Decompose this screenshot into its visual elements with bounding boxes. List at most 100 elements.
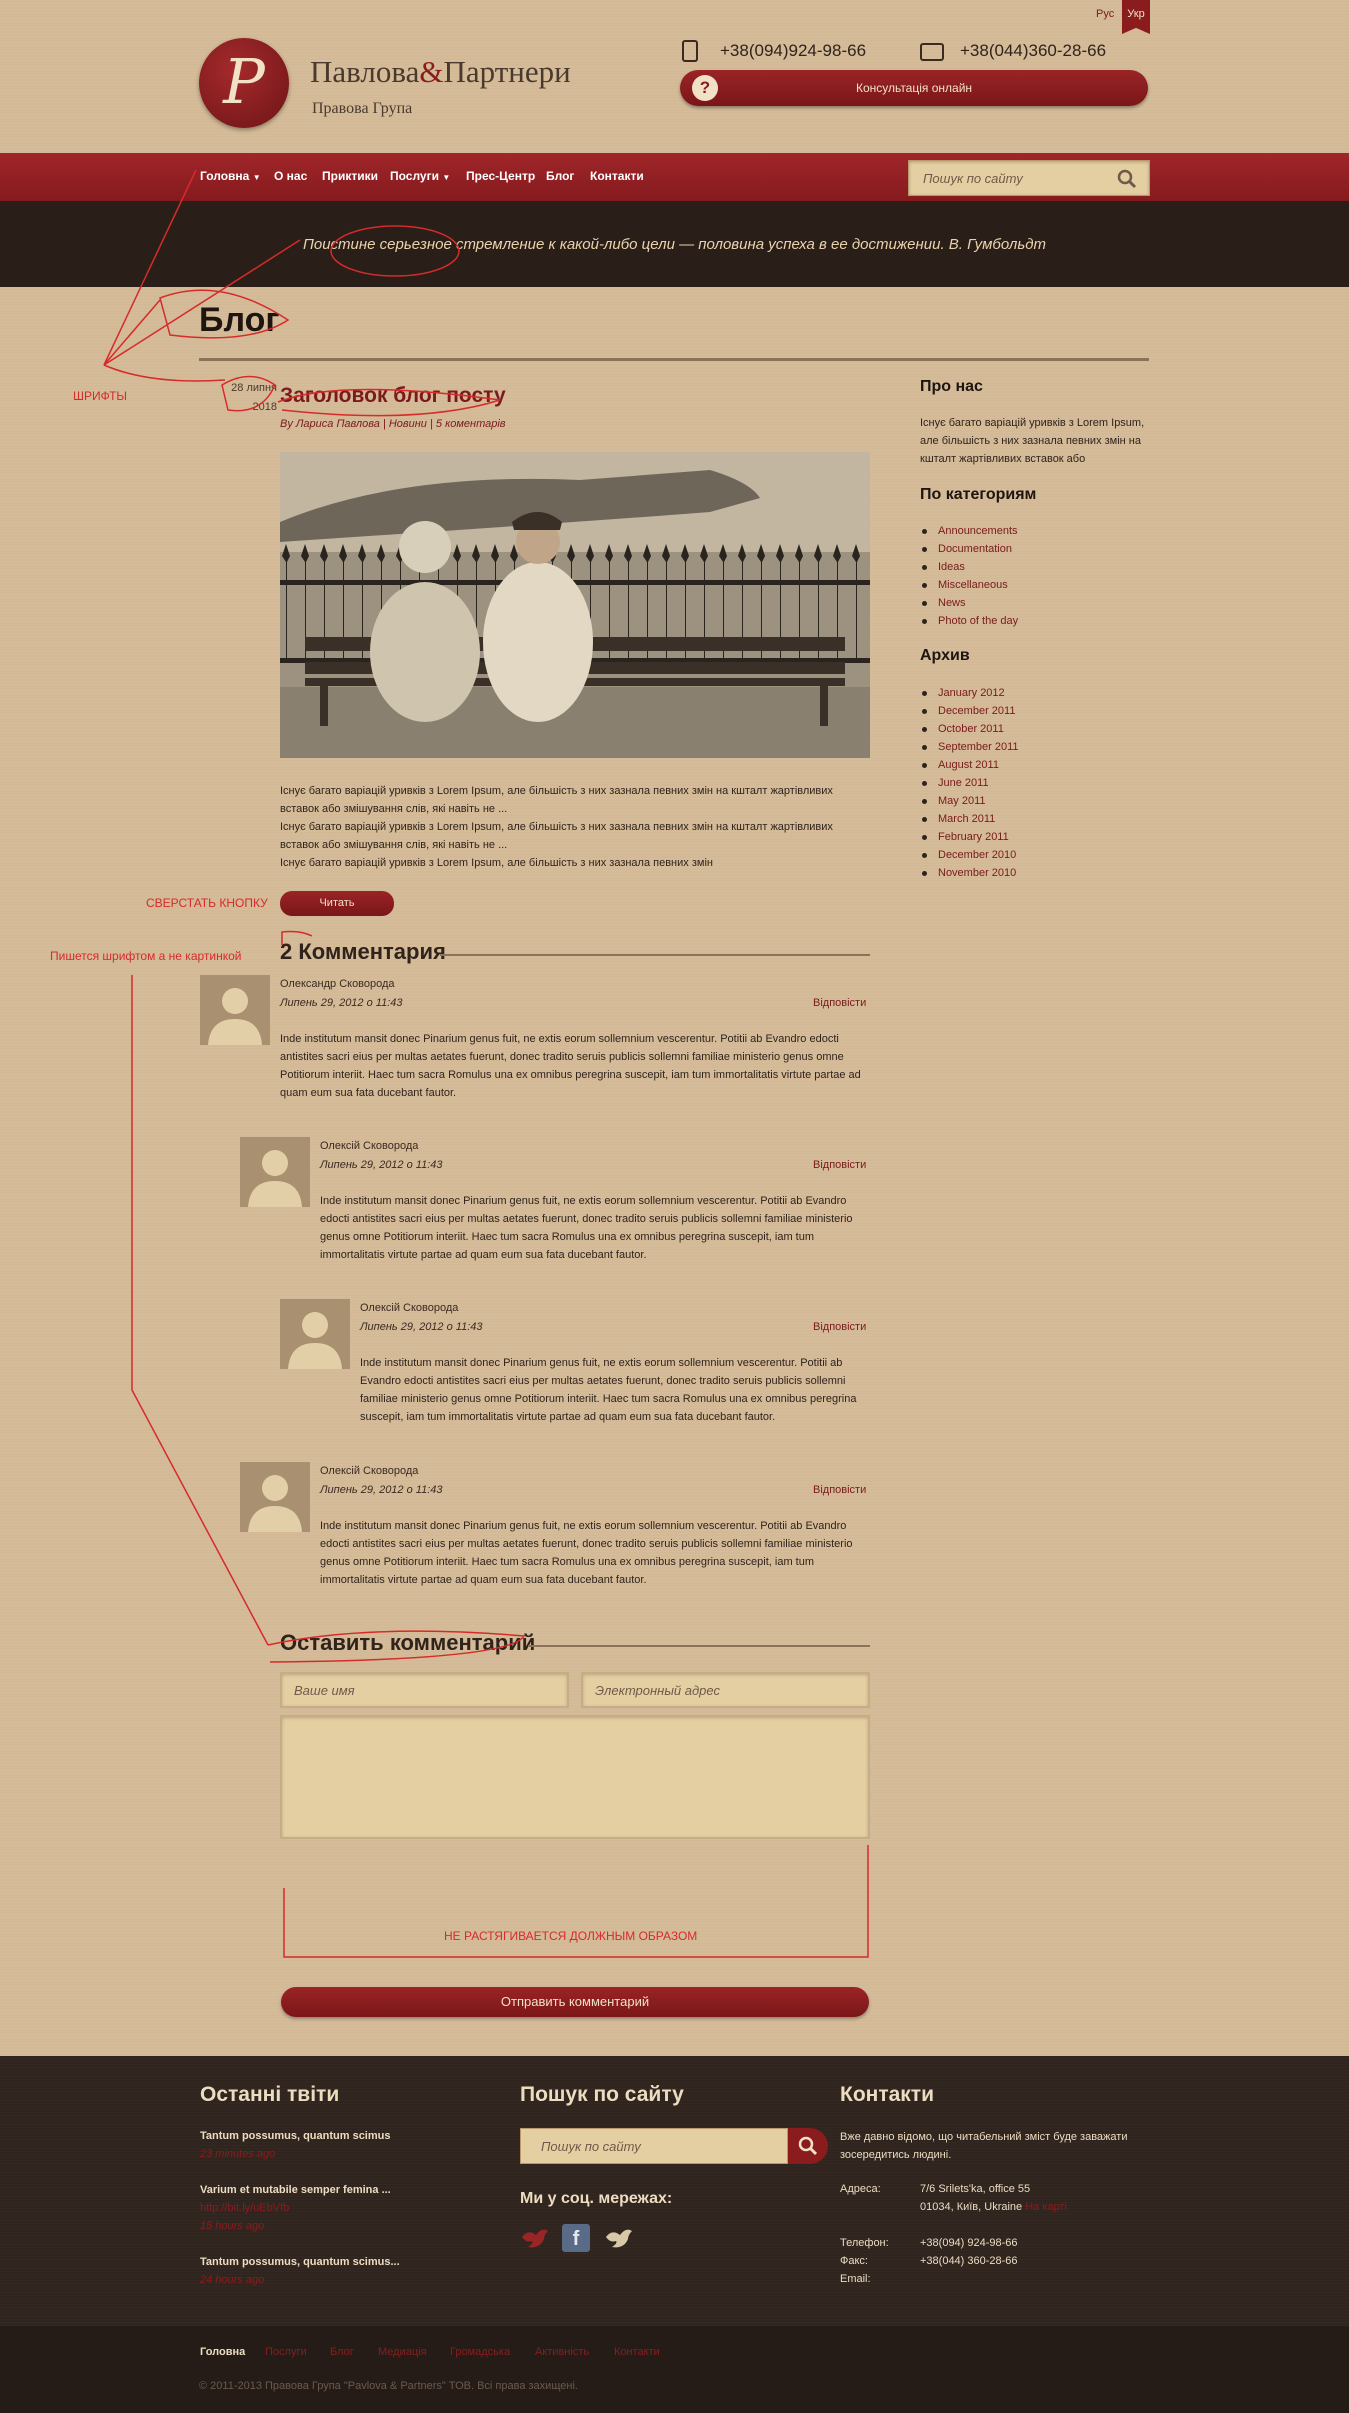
title-divider (199, 358, 1149, 361)
footer-search-input[interactable]: Пошук по сайту (520, 2128, 788, 2164)
post-title[interactable]: Заголовок блог посту (280, 384, 506, 408)
footer-contacts-title: Контакти (840, 2083, 934, 2106)
phone-label: Телефон: (840, 2237, 889, 2249)
search-icon[interactable] (1117, 169, 1137, 189)
search-icon (798, 2136, 818, 2156)
nav-services[interactable]: Послуги ▼ (390, 169, 450, 183)
avatar (240, 1137, 310, 1207)
footer-tweets-title: Останні твіти (200, 2083, 340, 2106)
archive-link[interactable]: June 2011 (920, 774, 1019, 792)
bottom-nav-home[interactable]: Головна (200, 2346, 245, 2358)
category-link[interactable]: News (920, 594, 1018, 612)
brand-amp: & (419, 54, 444, 89)
category-link[interactable]: Photo of the day (920, 612, 1018, 630)
archive-list: January 2012 December 2011 October 2011 … (920, 684, 1019, 882)
address-label: Адреса: (840, 2183, 881, 2195)
name-field[interactable]: Ваше имя (280, 1672, 569, 1708)
bird-icon[interactable] (520, 2225, 550, 2251)
archive-link[interactable]: January 2012 (920, 684, 1019, 702)
category-link[interactable]: Announcements (920, 522, 1018, 540)
bottom-bar (0, 2326, 1349, 2413)
archive-link[interactable]: September 2011 (920, 738, 1019, 756)
archive-link[interactable]: November 2010 (920, 864, 1019, 882)
post-meta: By Лариса Павлова | Новини | 5 коментарі… (280, 418, 506, 430)
comment-reply-link[interactable]: Відповісти (813, 1321, 866, 1333)
comment-text: Inde institutum mansit donec Pinarium ge… (320, 1520, 853, 1586)
page-title: Блог (199, 301, 280, 339)
archive-link[interactable]: May 2011 (920, 792, 1019, 810)
nav-about[interactable]: О нас (274, 169, 307, 183)
bottom-nav-contacts[interactable]: Контакти (614, 2346, 660, 2358)
nav-home[interactable]: Головна ▼ (200, 169, 261, 183)
comments-count: 2 (280, 939, 293, 964)
nav-press-center[interactable]: Прес-Центр (466, 169, 535, 183)
category-link[interactable]: Miscellaneous (920, 576, 1018, 594)
footer-search-placeholder: Пошук по сайту (541, 2139, 641, 2154)
archive-link[interactable]: August 2011 (920, 756, 1019, 774)
landline-phone-icon (920, 43, 944, 61)
brand-right: Партнери (443, 54, 571, 89)
sidebar-about-title: Про нас (920, 378, 983, 395)
comment-date: Липень 29, 2012 о 11:43 (320, 1159, 443, 1171)
map-link[interactable]: На карті (1025, 2201, 1067, 2213)
comment-textarea[interactable] (280, 1715, 870, 1839)
header-search-input[interactable]: Пошук по сайту (908, 160, 1150, 196)
category-link[interactable]: Documentation (920, 540, 1018, 558)
footer-search-button[interactable] (788, 2128, 828, 2164)
comment-reply-link[interactable]: Відповісти (813, 1484, 866, 1496)
post-date: 28 липня 2018 (231, 382, 277, 413)
lang-ru-link[interactable]: Рус (1096, 8, 1114, 20)
comment-author: Олексій Сковорода (360, 1302, 459, 1314)
lang-uk-link[interactable]: Укр (1122, 0, 1150, 34)
comment-text: Inde institutum mansit donec Pinarium ge… (360, 1357, 857, 1423)
tweet-time: 23 minutes ago (200, 2148, 276, 2160)
copyright: © 2011-2013 Правова Група "Pavlova & Par… (199, 2380, 578, 2392)
annotation-stretch: НЕ РАСТЯГИВАЕТСЯ ДОЛЖНЫМ ОБРАЗОМ (444, 1929, 698, 1943)
tweet-link[interactable]: http://bit.ly/uEbVfb (200, 2202, 289, 2214)
address-line1: 7/6 Srilets'ka, office 55 (920, 2183, 1031, 2195)
comment-reply-link[interactable]: Відповісти (813, 997, 866, 1009)
nav-contacts[interactable]: Контакти (590, 169, 644, 183)
bottom-nav-services[interactable]: Послуги (265, 2346, 307, 2358)
chevron-down-icon: ▼ (442, 173, 451, 182)
email-label: Email: (840, 2273, 871, 2285)
tweet-text: Varium et mutabile semper femina ... (200, 2184, 391, 2196)
brand-name: Павлова&Партнери (310, 54, 571, 90)
quote-text: Поистине серьезное стремление к какой-ли… (302, 236, 1046, 253)
phone-landline: +38(044)360-28-66 (960, 41, 1107, 60)
bottom-nav-mediation[interactable]: Медиація (378, 2346, 427, 2358)
bottom-nav-public[interactable]: Громадська (450, 2346, 510, 2358)
phone-mobile: +38(094)924-98-66 (720, 41, 867, 60)
search-placeholder: Пошук по сайту (923, 171, 1023, 186)
twitter-icon[interactable] (604, 2225, 634, 2251)
comment-date: Липень 29, 2012 о 11:43 (360, 1321, 483, 1333)
nav-practices[interactable]: Приктики (322, 169, 378, 183)
footer-contacts-text: Вже давно відомо, що читабельний зміст б… (840, 2131, 1128, 2161)
read-more-button[interactable]: Читать (280, 891, 394, 916)
fax-value: +38(044) 360-28-66 (920, 2255, 1018, 2267)
bottom-nav-blog[interactable]: Блог (330, 2346, 354, 2358)
form-divider (528, 1645, 870, 1647)
consult-online-button[interactable]: ? Консультація онлайн (680, 70, 1148, 106)
archive-link[interactable]: February 2011 (920, 828, 1019, 846)
sidebar-archive-title: Архив (920, 647, 970, 664)
bottom-nav-activity[interactable]: Активність (535, 2346, 589, 2358)
archive-link[interactable]: October 2011 (920, 720, 1019, 738)
annotation-count-font: Пишется шрифтом а не картинкой (50, 949, 242, 963)
archive-link[interactable]: March 2011 (920, 810, 1019, 828)
comment-reply-link[interactable]: Відповісти (813, 1159, 866, 1171)
email-field[interactable]: Электронный адрес (581, 1672, 870, 1708)
consult-label: Консультація онлайн (855, 81, 973, 95)
comment-text: Inde institutum mansit donec Pinarium ge… (320, 1195, 853, 1261)
tweet-text: Tantum possumus, quantum scimus... (200, 2256, 400, 2268)
chevron-down-icon: ▼ (252, 173, 261, 182)
facebook-icon[interactable]: f (562, 2224, 590, 2252)
archive-link[interactable]: December 2011 (920, 702, 1019, 720)
nav-blog[interactable]: Блог (546, 169, 574, 183)
avatar (200, 975, 270, 1045)
category-link[interactable]: Ideas (920, 558, 1018, 576)
submit-comment-button[interactable]: Отправить комментарий (281, 1987, 869, 2017)
avatar (240, 1462, 310, 1532)
archive-link[interactable]: December 2010 (920, 846, 1019, 864)
comment-date: Липень 29, 2012 о 11:43 (280, 997, 403, 1009)
